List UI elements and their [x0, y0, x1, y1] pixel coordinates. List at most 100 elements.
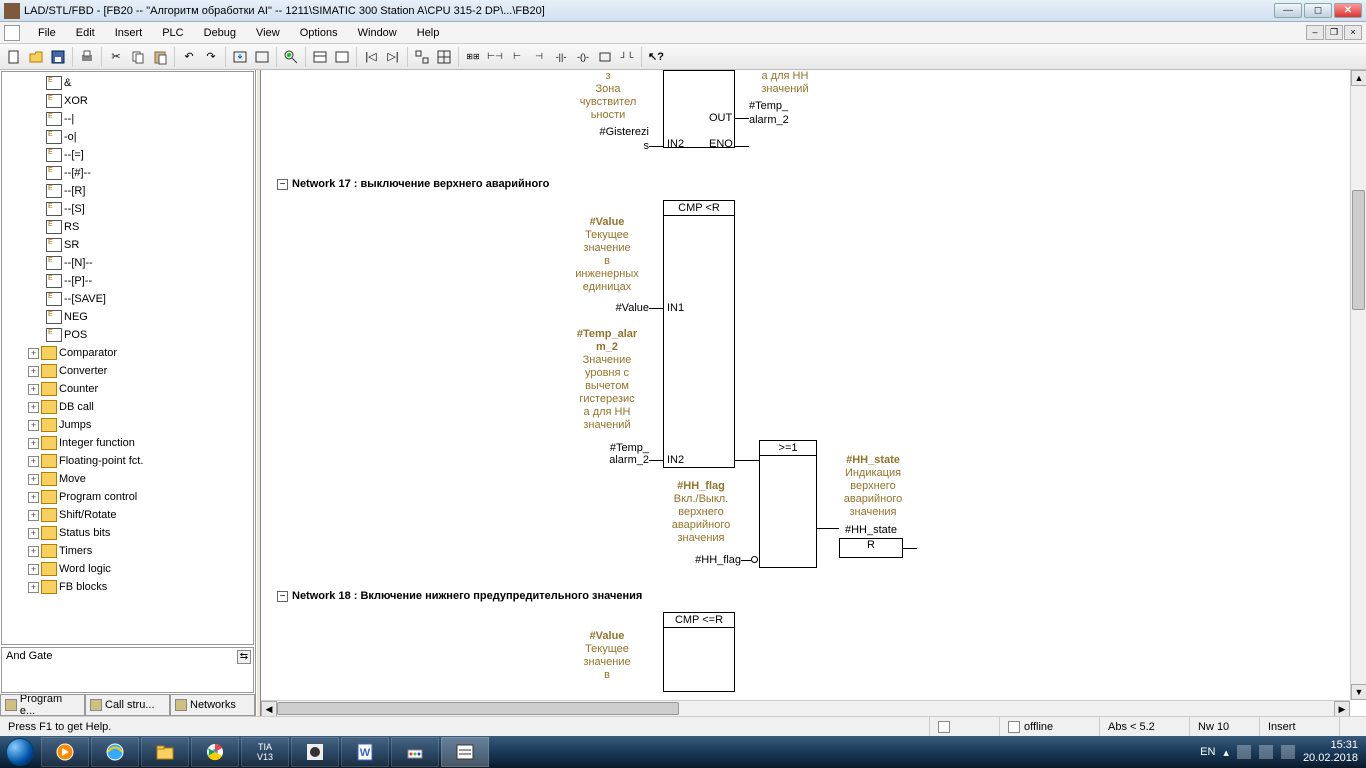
upload-button[interactable]	[252, 47, 272, 67]
save-button[interactable]	[48, 47, 68, 67]
tree-node[interactable]: +Move	[4, 470, 253, 488]
catalog-tree[interactable]: &XOR--|-o|--[=]--[#]----[R]--[S]RSSR--[N…	[1, 71, 254, 645]
network-icon[interactable]	[1259, 745, 1273, 759]
expand-icon[interactable]: +	[28, 384, 39, 395]
detail-button[interactable]	[332, 47, 352, 67]
symbol-button[interactable]	[310, 47, 330, 67]
paste-button[interactable]	[150, 47, 170, 67]
expand-icon[interactable]: +	[28, 582, 39, 593]
lang-indicator[interactable]: EN	[1200, 746, 1215, 758]
menu-window[interactable]: Window	[348, 24, 407, 42]
expand-icon[interactable]: +	[28, 402, 39, 413]
tree-node[interactable]: --[S]	[4, 200, 253, 218]
expand-icon[interactable]: +	[28, 420, 39, 431]
tree-node[interactable]: +Shift/Rotate	[4, 506, 253, 524]
expand-icon[interactable]: +	[28, 492, 39, 503]
taskbar-item-ie[interactable]	[91, 737, 139, 767]
scroll-down-button[interactable]: ▼	[1351, 684, 1366, 700]
mdi-close-button[interactable]: ×	[1344, 25, 1362, 40]
tree-node[interactable]: --[SAVE]	[4, 290, 253, 308]
expand-icon[interactable]: +	[28, 510, 39, 521]
expand-icon[interactable]: +	[28, 528, 39, 539]
menu-view[interactable]: View	[246, 24, 290, 42]
copy-button[interactable]	[128, 47, 148, 67]
menu-debug[interactable]: Debug	[194, 24, 246, 42]
tray-arrow-icon[interactable]: ▴	[1223, 746, 1229, 759]
download-button[interactable]	[230, 47, 250, 67]
volume-icon[interactable]	[1281, 745, 1295, 759]
cut-button[interactable]: ✂	[106, 47, 126, 67]
taskbar-item-explorer[interactable]	[141, 737, 189, 767]
tree-node[interactable]: --[P]--	[4, 272, 253, 290]
new-button[interactable]	[4, 47, 24, 67]
tree-node[interactable]: +Jumps	[4, 416, 253, 434]
expand-icon[interactable]: +	[28, 546, 39, 557]
start-button[interactable]	[0, 736, 40, 768]
tree-node[interactable]: +Floating-point fct.	[4, 452, 253, 470]
contact-button[interactable]: -||-	[551, 47, 571, 67]
taskbar-item-tia[interactable]: TIAV13	[241, 737, 289, 767]
taskbar-item-step7[interactable]	[441, 737, 489, 767]
network-button[interactable]	[412, 47, 432, 67]
description-dropdown-button[interactable]: ⇆	[237, 650, 251, 664]
scroll-right-button[interactable]: ▶	[1334, 701, 1350, 716]
menu-help[interactable]: Help	[407, 24, 450, 42]
branch-close-button[interactable]: ⊣	[529, 47, 549, 67]
taskbar-item-app1[interactable]	[291, 737, 339, 767]
goto-start-button[interactable]: |◁	[361, 47, 381, 67]
expand-icon[interactable]: +	[28, 564, 39, 575]
fbd-canvas[interactable]: з Зона чувствител ьности #Gisterezi s IN…	[261, 70, 1366, 716]
tree-node[interactable]: --[=]	[4, 146, 253, 164]
tree-node[interactable]: --[#]--	[4, 164, 253, 182]
close-button[interactable]: ✕	[1334, 3, 1362, 18]
minimize-button[interactable]: —	[1274, 3, 1302, 18]
tree-node[interactable]: XOR	[4, 92, 253, 110]
tree-node[interactable]: --[N]--	[4, 254, 253, 272]
expand-icon[interactable]: +	[28, 366, 39, 377]
menu-plc[interactable]: PLC	[152, 24, 193, 42]
tree-node[interactable]: +Word logic	[4, 560, 253, 578]
tree-node[interactable]: SR	[4, 236, 253, 254]
collapse-icon[interactable]: −	[277, 591, 288, 602]
expand-icon[interactable]: +	[28, 438, 39, 449]
network-18-header[interactable]: − Network 18 : Включение нижнего предупр…	[277, 590, 642, 602]
taskbar-item-word[interactable]: W	[341, 737, 389, 767]
collapse-icon[interactable]: −	[277, 179, 288, 190]
mdi-restore-button[interactable]: ❐	[1325, 25, 1343, 40]
help-pointer-button[interactable]: ↖?	[646, 47, 666, 67]
monitor-button[interactable]	[281, 47, 301, 67]
mdi-minimize-button[interactable]: –	[1306, 25, 1324, 40]
undo-button[interactable]: ↶	[179, 47, 199, 67]
redo-button[interactable]: ↷	[201, 47, 221, 67]
tab-networks[interactable]: Networks	[170, 695, 255, 716]
tab-call-structure[interactable]: Call stru...	[85, 695, 170, 716]
horizontal-scrollbar[interactable]: ◀ ▶	[261, 700, 1350, 716]
scroll-left-button[interactable]: ◀	[261, 701, 277, 716]
tree-node[interactable]: -o|	[4, 128, 253, 146]
lad-button[interactable]: ⊢⊣	[485, 47, 505, 67]
tree-node[interactable]: +Integer function	[4, 434, 253, 452]
taskbar-item-paint[interactable]	[391, 737, 439, 767]
clock[interactable]: 15:31 20.02.2018	[1303, 739, 1358, 765]
scroll-thumb[interactable]	[277, 702, 679, 715]
tree-node[interactable]: +Status bits	[4, 524, 253, 542]
insert-network-button[interactable]: ⊞⊞	[463, 47, 483, 67]
tree-node[interactable]: +Counter	[4, 380, 253, 398]
tree-node[interactable]: +Timers	[4, 542, 253, 560]
maximize-button[interactable]: ◻	[1304, 3, 1332, 18]
scroll-up-button[interactable]: ▲	[1351, 70, 1366, 86]
open-button[interactable]	[26, 47, 46, 67]
expand-icon[interactable]: +	[28, 456, 39, 467]
coil-button[interactable]: -()-	[573, 47, 593, 67]
expand-icon[interactable]: +	[28, 474, 39, 485]
taskbar-item-chrome[interactable]	[191, 737, 239, 767]
tree-node[interactable]: NEG	[4, 308, 253, 326]
connection-button[interactable]: ┘└	[617, 47, 637, 67]
tab-program-elements[interactable]: Program e...	[0, 695, 85, 716]
tree-node[interactable]: +Converter	[4, 362, 253, 380]
tree-node[interactable]: POS	[4, 326, 253, 344]
flag-icon[interactable]	[1237, 745, 1251, 759]
tree-node[interactable]: --|	[4, 110, 253, 128]
branch-open-button[interactable]: ⊢	[507, 47, 527, 67]
taskbar-item-mediaplayer[interactable]	[41, 737, 89, 767]
